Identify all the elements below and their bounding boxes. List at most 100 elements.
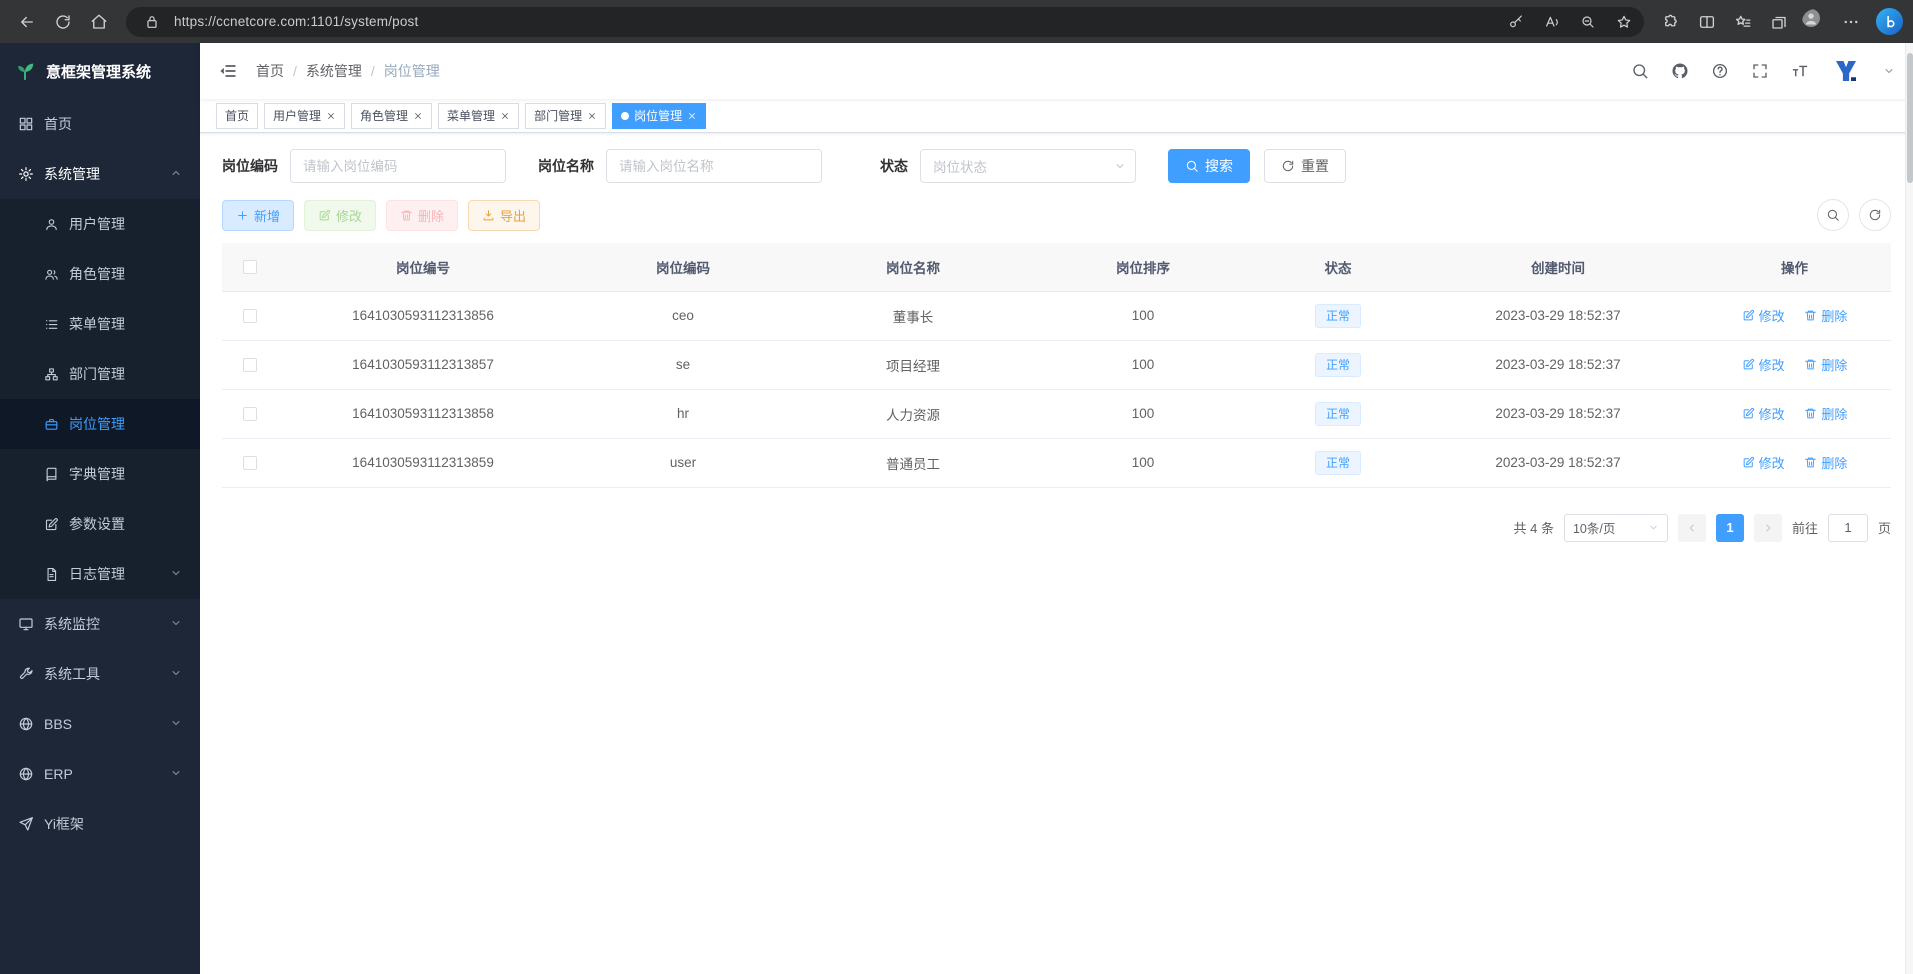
sidebar-item-home[interactable]: 首页 — [0, 99, 200, 149]
sidebar-item-dict-mgmt[interactable]: 字典管理 — [0, 449, 200, 499]
cell-post-code: user — [568, 438, 798, 487]
header-search-icon[interactable] — [1631, 62, 1649, 80]
sidebar-item-label: 系统工具 — [44, 664, 100, 684]
github-icon[interactable] — [1671, 62, 1689, 80]
sidebar-item-tools[interactable]: 系统工具 — [0, 649, 200, 699]
cell-created: 2023-03-29 18:52:37 — [1418, 340, 1698, 389]
chevron-down-icon[interactable] — [1883, 65, 1895, 77]
prev-page-button[interactable] — [1678, 514, 1706, 542]
sidebar-item-system[interactable]: 系统管理 — [0, 149, 200, 199]
post-name-input[interactable] — [606, 149, 822, 183]
sidebar-item-label: 系统监控 — [44, 614, 100, 634]
close-icon[interactable] — [326, 111, 336, 121]
row-edit-link[interactable]: 修改 — [1742, 404, 1785, 423]
page-scrollbar[interactable] — [1905, 43, 1913, 974]
bing-copilot-icon[interactable] — [1876, 8, 1903, 35]
help-question-icon[interactable] — [1711, 62, 1729, 80]
browser-refresh-icon[interactable] — [46, 5, 80, 39]
site-info-lock-icon[interactable] — [138, 8, 166, 36]
row-edit-link[interactable]: 修改 — [1742, 306, 1785, 325]
trash-icon — [1804, 407, 1817, 420]
sidebar-item-menu-mgmt[interactable]: 菜单管理 — [0, 299, 200, 349]
row-edit-link[interactable]: 修改 — [1742, 453, 1785, 472]
export-button[interactable]: 导出 — [468, 200, 540, 231]
profile-avatar[interactable] — [1798, 5, 1832, 39]
add-favorite-star-icon[interactable] — [1610, 8, 1638, 36]
refresh-table-icon[interactable] — [1859, 199, 1891, 231]
read-aloud-icon[interactable] — [1538, 8, 1566, 36]
chevron-down-icon — [170, 616, 182, 632]
collections-icon[interactable] — [1762, 5, 1796, 39]
address-bar[interactable]: https://ccnetcore.com:1101/system/post — [126, 7, 1644, 37]
tab-user-mgmt[interactable]: 用户管理 — [264, 103, 345, 129]
fullscreen-icon[interactable] — [1751, 62, 1769, 80]
search-button[interactable]: 搜索 — [1168, 149, 1250, 183]
browser-home-icon[interactable] — [82, 5, 116, 39]
toggle-search-icon[interactable] — [1817, 199, 1849, 231]
book-icon — [44, 467, 59, 482]
settings-more-icon[interactable] — [1834, 5, 1868, 39]
row-checkbox[interactable] — [243, 358, 257, 372]
add-button[interactable]: 新增 — [222, 200, 294, 231]
sidebar: 意框架管理系统 首页 系统管理 用户管理 角色管理 菜单管理 — [0, 43, 200, 974]
row-delete-link[interactable]: 删除 — [1804, 306, 1847, 325]
col-post-name: 岗位名称 — [798, 243, 1028, 291]
row-checkbox[interactable] — [243, 407, 257, 421]
dashboard-icon — [18, 116, 34, 132]
sidebar-item-user-mgmt[interactable]: 用户管理 — [0, 199, 200, 249]
cell-post-name: 普通员工 — [798, 438, 1028, 487]
delete-button[interactable]: 删除 — [386, 200, 458, 231]
sidebar-item-log-mgmt[interactable]: 日志管理 — [0, 549, 200, 599]
favorites-icon[interactable] — [1726, 5, 1760, 39]
sidebar-item-yi-framework[interactable]: Yi框架 — [0, 799, 200, 849]
sidebar-collapse-icon[interactable] — [218, 61, 238, 81]
row-delete-link[interactable]: 删除 — [1804, 453, 1847, 472]
cell-created: 2023-03-29 18:52:37 — [1418, 291, 1698, 340]
post-code-input[interactable] — [290, 149, 506, 183]
sidebar-item-dept-mgmt[interactable]: 部门管理 — [0, 349, 200, 399]
breadcrumb-home[interactable]: 首页 — [256, 61, 284, 81]
sidebar-item-erp[interactable]: ERP — [0, 749, 200, 799]
tab-home[interactable]: 首页 — [216, 103, 258, 129]
close-icon[interactable] — [587, 111, 597, 121]
next-page-button[interactable] — [1754, 514, 1782, 542]
extensions-icon[interactable] — [1654, 5, 1688, 39]
scrollbar-thumb[interactable] — [1907, 53, 1913, 183]
row-delete-link[interactable]: 删除 — [1804, 404, 1847, 423]
row-edit-link[interactable]: 修改 — [1742, 355, 1785, 374]
font-size-icon[interactable] — [1791, 62, 1809, 80]
row-checkbox[interactable] — [243, 309, 257, 323]
tab-menu-mgmt[interactable]: 菜单管理 — [438, 103, 519, 129]
sidebar-item-param-settings[interactable]: 参数设置 — [0, 499, 200, 549]
sidebar-item-role-mgmt[interactable]: 角色管理 — [0, 249, 200, 299]
page-number-1[interactable]: 1 — [1716, 514, 1744, 542]
sidebar-item-label: 系统管理 — [44, 164, 100, 184]
tab-role-mgmt[interactable]: 角色管理 — [351, 103, 432, 129]
close-icon[interactable] — [687, 111, 697, 121]
sidebar-item-post-mgmt[interactable]: 岗位管理 — [0, 399, 200, 449]
row-delete-link[interactable]: 删除 — [1804, 355, 1847, 374]
zoom-out-icon[interactable] — [1574, 8, 1602, 36]
browser-back-icon[interactable] — [10, 5, 44, 39]
password-key-icon[interactable] — [1502, 8, 1530, 36]
app-logo[interactable]: 意框架管理系统 — [0, 43, 200, 99]
select-all-checkbox[interactable] — [243, 260, 257, 274]
user-avatar-logo[interactable] — [1831, 56, 1861, 86]
tab-post-mgmt[interactable]: 岗位管理 — [612, 103, 706, 129]
sidebar-item-bbs[interactable]: BBS — [0, 699, 200, 749]
url-text[interactable]: https://ccnetcore.com:1101/system/post — [174, 14, 1494, 29]
reset-button[interactable]: 重置 — [1264, 149, 1346, 183]
close-icon[interactable] — [413, 111, 423, 121]
breadcrumb-separator: / — [293, 63, 297, 79]
split-screen-icon[interactable] — [1690, 5, 1724, 39]
breadcrumb-system[interactable]: 系统管理 — [306, 61, 362, 81]
tab-dept-mgmt[interactable]: 部门管理 — [525, 103, 606, 129]
status-select[interactable]: 岗位状态 — [920, 149, 1136, 183]
row-checkbox[interactable] — [243, 456, 257, 470]
sidebar-item-monitor[interactable]: 系统监控 — [0, 599, 200, 649]
edit-button[interactable]: 修改 — [304, 200, 376, 231]
page-size-select[interactable]: 10条/页 — [1564, 514, 1668, 542]
goto-page-input[interactable] — [1828, 514, 1868, 542]
document-icon — [44, 567, 59, 582]
close-icon[interactable] — [500, 111, 510, 121]
